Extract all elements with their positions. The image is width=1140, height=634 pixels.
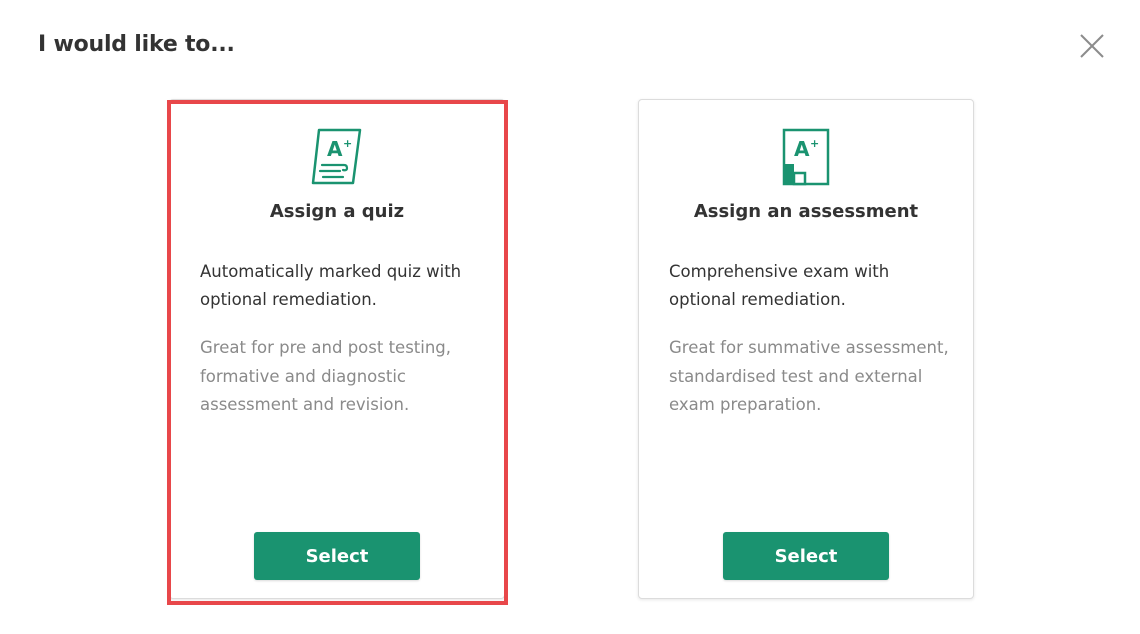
close-button[interactable] — [1076, 30, 1108, 62]
assessment-card-title: Assign an assessment — [693, 201, 919, 222]
assessment-card-note: Great for summative assessment, standard… — [669, 338, 949, 414]
select-quiz-button[interactable]: Select — [254, 532, 420, 580]
select-assessment-button[interactable]: Select — [723, 532, 889, 580]
quiz-card-note: Great for pre and post testing, formativ… — [200, 338, 452, 414]
assessment-card-description: Comprehensive exam with optional remedia… — [669, 262, 890, 309]
dialog-title: I would like to... — [38, 32, 235, 57]
svg-text:+: + — [343, 137, 352, 150]
quiz-icon-letter: A — [327, 137, 343, 161]
quiz-card[interactable]: A + Assign a quiz Automatically marked q… — [169, 99, 505, 599]
assessment-card[interactable]: A + Assign an assessment Comprehensive e… — [638, 99, 974, 599]
close-icon — [1080, 34, 1104, 58]
assessment-icon-letter: A — [794, 137, 810, 161]
quiz-card-title: Assign a quiz — [269, 201, 405, 222]
assessment-grade-icon: A + — [776, 127, 836, 187]
quiz-card-description: Automatically marked quiz with optional … — [200, 262, 462, 309]
quiz-grade-icon: A + — [307, 127, 367, 187]
svg-text:+: + — [810, 137, 819, 150]
assign-dialog: I would like to... A + Assign a quiz Aut… — [0, 0, 1140, 634]
